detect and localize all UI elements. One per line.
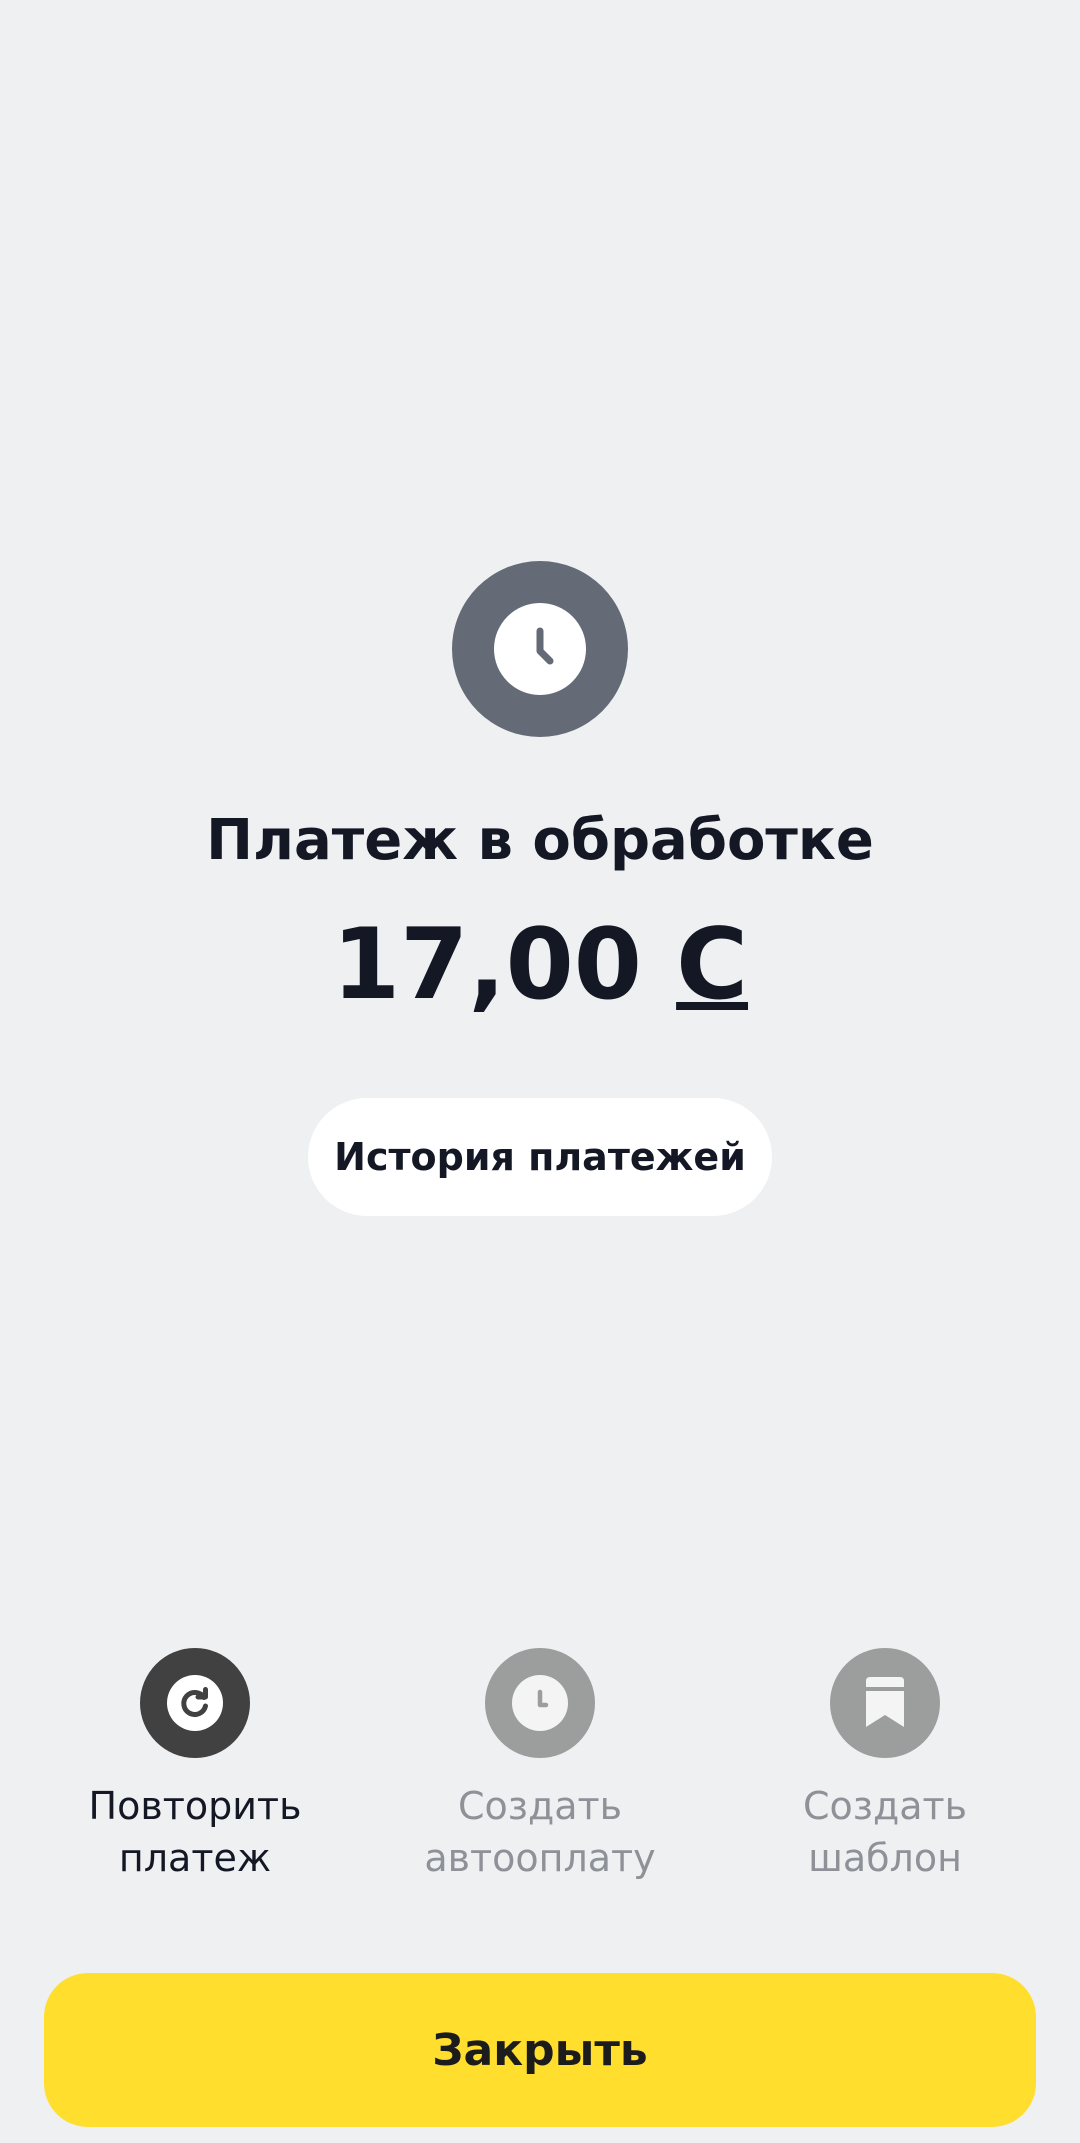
status-pending-badge (452, 561, 628, 737)
repeat-payment-icon-circle[interactable] (140, 1648, 250, 1758)
create-autopay-action[interactable]: Создать автооплату (390, 1648, 690, 1884)
repeat-icon (167, 1675, 223, 1731)
bookmark-icon (866, 1677, 904, 1727)
clock-icon (494, 603, 586, 695)
create-autopay-icon-circle[interactable] (485, 1648, 595, 1758)
clock-icon (512, 1675, 568, 1731)
amount-value: 17,00 (331, 908, 642, 1022)
status-title: Платеж в обработке (206, 808, 874, 873)
create-template-action[interactable]: Создать шаблон (735, 1648, 1035, 1884)
payment-history-button[interactable]: История платежей (308, 1098, 772, 1216)
close-button[interactable]: Закрыть (44, 1973, 1036, 2127)
create-template-label: Создать шаблон (802, 1784, 968, 1880)
payment-amount: 17,00 С (0, 910, 1080, 1020)
repeat-payment-label: Повторить платеж (88, 1784, 302, 1880)
currency-symbol: С (676, 908, 749, 1022)
create-autopay-label: Создать автооплату (424, 1784, 656, 1880)
create-template-icon-circle[interactable] (830, 1648, 940, 1758)
repeat-payment-action[interactable]: Повторить платеж (45, 1648, 345, 1884)
